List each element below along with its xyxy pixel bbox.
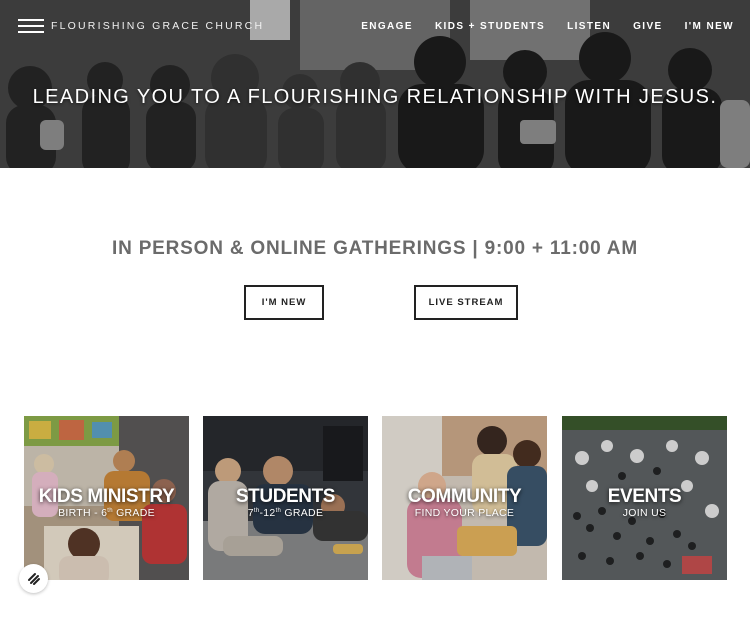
tile-subtitle: 7th-12th GRADE (247, 507, 324, 519)
tile-community[interactable]: COMMUNITY FIND YOUR PLACE (382, 416, 547, 580)
main-nav: ENGAGE KIDS + STUDENTS LISTEN GIVE I'M N… (361, 21, 734, 32)
nav-give[interactable]: GIVE (633, 21, 663, 32)
tile-subtitle: BIRTH - 6th GRADE (58, 507, 155, 519)
nav-listen[interactable]: LISTEN (567, 21, 611, 32)
tile-title: STUDENTS (235, 486, 336, 507)
church-logo[interactable]: FLOURISHING GRACE CHURCH (18, 19, 264, 33)
logo-text: FLOURISHING GRACE CHURCH (51, 20, 265, 32)
live-stream-button[interactable]: LIVE STREAM (414, 285, 518, 320)
hero-title: LEADING YOU TO A FLOURISHING RELATIONSHI… (32, 86, 718, 108)
tile-students[interactable]: STUDENTS 7th-12th GRADE (203, 416, 368, 580)
tile-title: EVENTS (607, 486, 682, 507)
nav-im-new[interactable]: I'M NEW (685, 21, 734, 32)
gatherings-heading: IN PERSON & ONLINE GATHERINGS | 9:00 + 1… (112, 238, 638, 259)
tile-events[interactable]: EVENTS JOIN US (562, 416, 727, 580)
nav-engage[interactable]: ENGAGE (361, 21, 413, 32)
menu-lines-icon (18, 19, 44, 33)
hero-banner: FLOURISHING GRACE CHURCH ENGAGE KIDS + S… (0, 0, 750, 168)
squarespace-icon[interactable] (19, 564, 48, 593)
tile-subtitle: JOIN US (622, 507, 667, 519)
im-new-button[interactable]: I'M NEW (244, 285, 324, 320)
tile-title: KIDS MINISTRY (38, 486, 175, 507)
tile-title: COMMUNITY (407, 486, 522, 507)
tile-kids-ministry[interactable]: KIDS MINISTRY BIRTH - 6th GRADE (24, 416, 189, 580)
tile-subtitle: FIND YOUR PLACE (414, 507, 515, 519)
nav-kids-students[interactable]: KIDS + STUDENTS (435, 21, 545, 32)
